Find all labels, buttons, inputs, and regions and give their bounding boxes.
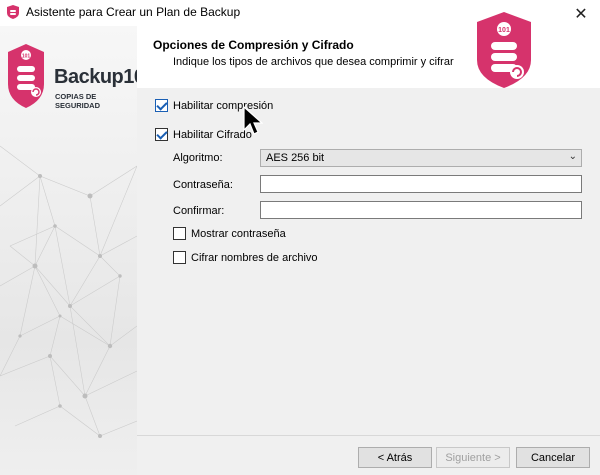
next-button[interactable]: Siguiente > [436, 447, 510, 468]
header-shield-text: 101 [498, 27, 510, 34]
cancel-button[interactable]: Cancelar [516, 447, 590, 468]
window-title: Asistente para Crear un Plan de Backup [26, 5, 241, 19]
compression-checkbox[interactable] [155, 99, 168, 112]
password-label: Contraseña: [173, 179, 233, 191]
header-logo-icon: 101 [477, 12, 531, 88]
confirm-password-field[interactable] [260, 201, 582, 219]
encryption-label[interactable]: Habilitar Cifrado [173, 129, 252, 141]
mouse-cursor-icon [243, 106, 263, 135]
wizard-footer: < Atrás Siguiente > Cancelar [137, 435, 600, 475]
show-password-checkbox[interactable] [173, 227, 186, 240]
password-field[interactable] [260, 175, 582, 193]
page-title: Opciones de Compresión y Cifrado [153, 38, 354, 52]
encrypt-filenames-option[interactable]: Cifrar nombres de archivo [173, 251, 318, 264]
brand-tagline: COPIAS DE SEGURIDAD [55, 92, 100, 110]
algorithm-label: Algoritmo: [173, 152, 223, 164]
show-password-label[interactable]: Mostrar contraseña [191, 228, 286, 240]
close-icon: ✕ [574, 3, 588, 23]
encryption-checkbox[interactable] [155, 128, 168, 141]
algorithm-value: AES 256 bit [266, 152, 325, 164]
brand-name: Backup101 [54, 66, 137, 88]
show-password-option[interactable]: Mostrar contraseña [173, 227, 286, 240]
brand-shield-text: 101 [22, 54, 31, 60]
encrypt-filenames-checkbox[interactable] [173, 251, 186, 264]
back-button[interactable]: < Atrás [358, 447, 432, 468]
brand-block: 101 Backup101 COPIAS DE SEGURIDAD [6, 40, 137, 120]
page-subtitle: Indique los tipos de archivos que desea … [173, 56, 454, 68]
chevron-down-icon: ⌄ [568, 151, 577, 162]
encryption-option[interactable]: Habilitar Cifrado [155, 128, 252, 141]
options-panel: Habilitar compresión Habilitar Cifrado A… [137, 88, 600, 435]
brand-tagline-line2: SEGURIDAD [55, 101, 101, 110]
brand-tagline-line1: COPIAS DE [55, 92, 97, 101]
brand-logo-icon: 101 [8, 44, 44, 108]
app-icon [7, 5, 19, 19]
close-button[interactable]: ✕ [562, 0, 600, 26]
encrypt-filenames-label[interactable]: Cifrar nombres de archivo [191, 252, 318, 264]
algorithm-select[interactable]: AES 256 bit ⌄ [260, 149, 582, 167]
side-panel: 101 Backup101 COPIAS DE SEGURIDAD [0, 26, 137, 475]
wizard-header: Opciones de Compresión y Cifrado Indique… [137, 12, 600, 88]
confirm-label: Confirmar: [173, 205, 225, 217]
